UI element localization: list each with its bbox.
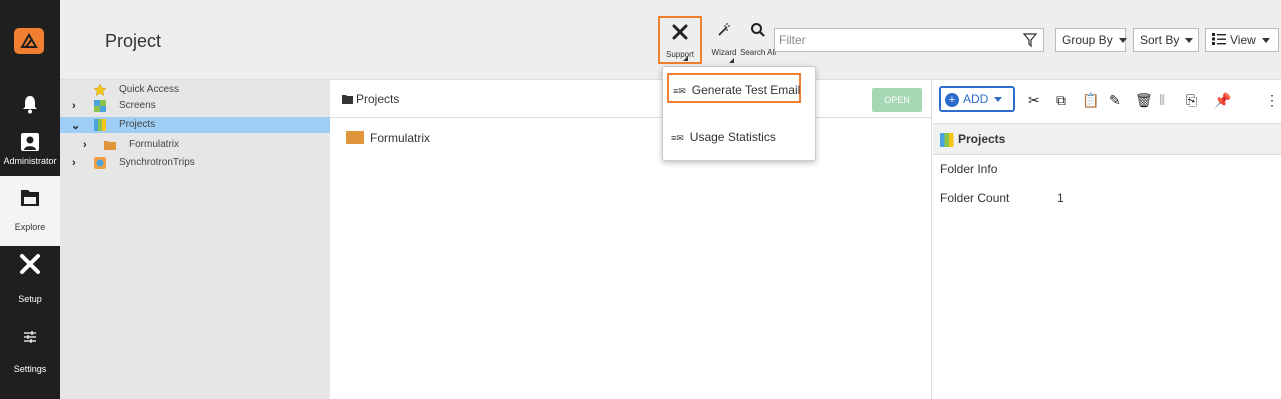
view-label: View (1230, 33, 1256, 47)
search-all-label: Search All (739, 48, 777, 57)
folder-open-icon (21, 190, 39, 206)
bell-icon (23, 96, 37, 114)
folder-icon (342, 95, 353, 104)
setup-label: Setup (18, 294, 42, 304)
tree-item-label: Projects (119, 119, 156, 130)
support-caret-icon (683, 56, 688, 61)
email-icon: ≡✉ (671, 133, 684, 143)
page-title: Project (105, 31, 162, 51)
tree-item-label: Quick Access (119, 84, 180, 95)
synchrotron-icon (94, 157, 106, 169)
details-header: Projects (933, 123, 1281, 155)
details-toolbar: + ADD ✂ ⧉ 📋 ✎ 🗑 ⦀ ⎘ 📌 ⋮ (933, 80, 1281, 118)
tree-item-label: SynchrotronTrips (119, 157, 195, 168)
rename-icon[interactable]: ✎ (1109, 92, 1121, 109)
user-icon (21, 133, 39, 151)
breadcrumb-label: Projects (356, 92, 400, 106)
plus-icon: + (945, 93, 959, 107)
left-nav: Administrator Explore Setup Settings (0, 0, 60, 399)
details-title: Projects (958, 132, 1006, 146)
folder-icon (104, 141, 116, 150)
navigation-tree: Quick Access › Screens ⌄ Projects › Form… (60, 80, 330, 399)
magic-wand-icon (718, 23, 730, 36)
star-icon (93, 83, 107, 97)
wizard-caret-icon (729, 58, 734, 63)
folder-info-heading: Folder Info (940, 162, 998, 176)
app-window: Administrator Explore Setup Settings Pro… (0, 0, 1281, 399)
barcode-icon[interactable]: ⦀ (1159, 92, 1165, 109)
tree-item-label: Formulatrix (129, 139, 180, 150)
support-button[interactable]: Support (658, 16, 702, 64)
tools-icon (20, 254, 40, 274)
settings-label: Settings (13, 364, 47, 374)
chevron-down-icon (1261, 38, 1270, 44)
add-label: ADD (963, 92, 989, 106)
notifications-button[interactable] (0, 94, 60, 118)
sliders-icon (24, 331, 36, 343)
menu-item-label: Usage Statistics (689, 130, 776, 144)
open-button[interactable]: OPEN (872, 88, 922, 112)
folder-icon (346, 131, 364, 144)
delete-icon[interactable]: 🗑 (1135, 92, 1153, 109)
chevron-down-icon (994, 97, 1003, 103)
chevron-right-icon[interactable]: › (72, 157, 76, 169)
chevron-right-icon[interactable]: › (83, 139, 87, 151)
administrator-label: Administrator (3, 156, 57, 166)
paste-icon[interactable]: 📋 (1082, 92, 1099, 109)
list-icon (1212, 33, 1226, 45)
tree-item-formulatrix[interactable]: › Formulatrix (60, 137, 330, 153)
cut-icon[interactable]: ✂ (1028, 92, 1040, 109)
search-all-button[interactable]: Search All (738, 16, 778, 64)
add-button[interactable]: + ADD (939, 86, 1015, 112)
administrator-button[interactable]: Administrator (0, 132, 60, 172)
menu-item-generate-test-email[interactable]: ≡✉ Generate Test Email (667, 73, 801, 103)
chevron-right-icon[interactable]: › (72, 100, 76, 112)
tools-icon (672, 24, 688, 40)
chevron-down-icon[interactable]: ⌄ (71, 119, 80, 132)
sort-by-dropdown[interactable]: Sort By (1133, 28, 1199, 52)
tree-item-projects[interactable]: ⌄ Projects (60, 117, 330, 133)
email-icon: ≡✉ (673, 86, 686, 96)
support-label: Support (665, 50, 695, 59)
logo-icon (20, 33, 38, 48)
main-toolbar: Projects OPEN (330, 80, 932, 118)
group-by-dropdown[interactable]: Group By (1055, 28, 1127, 52)
pin-icon[interactable]: 📌 (1214, 92, 1231, 109)
projects-icon (94, 119, 106, 131)
projects-icon (940, 133, 954, 147)
screens-icon (94, 100, 106, 112)
chevron-down-icon (1118, 38, 1127, 44)
nav-settings[interactable]: Settings (0, 330, 60, 380)
clipboard-check-icon[interactable]: ⎘ (1186, 92, 1197, 109)
app-logo[interactable] (14, 28, 44, 54)
nav-explore[interactable]: Explore (0, 176, 60, 246)
more-vertical-icon[interactable]: ⋮ (1265, 92, 1279, 109)
tree-item-quick-access[interactable]: Quick Access (60, 82, 330, 98)
nav-setup[interactable]: Setup (0, 252, 60, 312)
funnel-icon[interactable] (1023, 32, 1037, 48)
menu-item-label: Generate Test Email (691, 83, 801, 97)
folder-label: Formulatrix (370, 131, 431, 145)
sort-by-label: Sort By (1140, 33, 1180, 47)
folder-count-label: Folder Count (940, 191, 1010, 205)
breadcrumb[interactable]: Projects (342, 92, 399, 106)
explore-label: Explore (14, 222, 46, 232)
group-by-label: Group By (1062, 33, 1113, 47)
menu-item-usage-statistics[interactable]: ≡✉ Usage Statistics (667, 122, 799, 152)
filter-placeholder: Filter (779, 33, 806, 47)
filter-input[interactable]: Filter (774, 28, 1044, 52)
chevron-down-icon (1185, 38, 1194, 44)
view-dropdown[interactable]: View (1205, 28, 1279, 52)
tree-item-label: Screens (119, 100, 156, 111)
folder-count-value: 1 (1057, 191, 1064, 205)
search-icon (751, 23, 765, 37)
support-menu: ≡✉ Generate Test Email ≡✉ Usage Statistics (662, 66, 816, 161)
tree-item-screens[interactable]: › Screens (60, 98, 330, 114)
list-item[interactable]: Formulatrix (346, 131, 430, 145)
details-panel: + ADD ✂ ⧉ 📋 ✎ 🗑 ⦀ ⎘ 📌 ⋮ Projects Folder I… (933, 80, 1281, 399)
tree-item-synchrotrontrips[interactable]: › SynchrotronTrips (60, 155, 330, 171)
copy-icon[interactable]: ⧉ (1056, 92, 1066, 109)
main-pane: Projects OPEN Formulatrix (330, 80, 932, 399)
